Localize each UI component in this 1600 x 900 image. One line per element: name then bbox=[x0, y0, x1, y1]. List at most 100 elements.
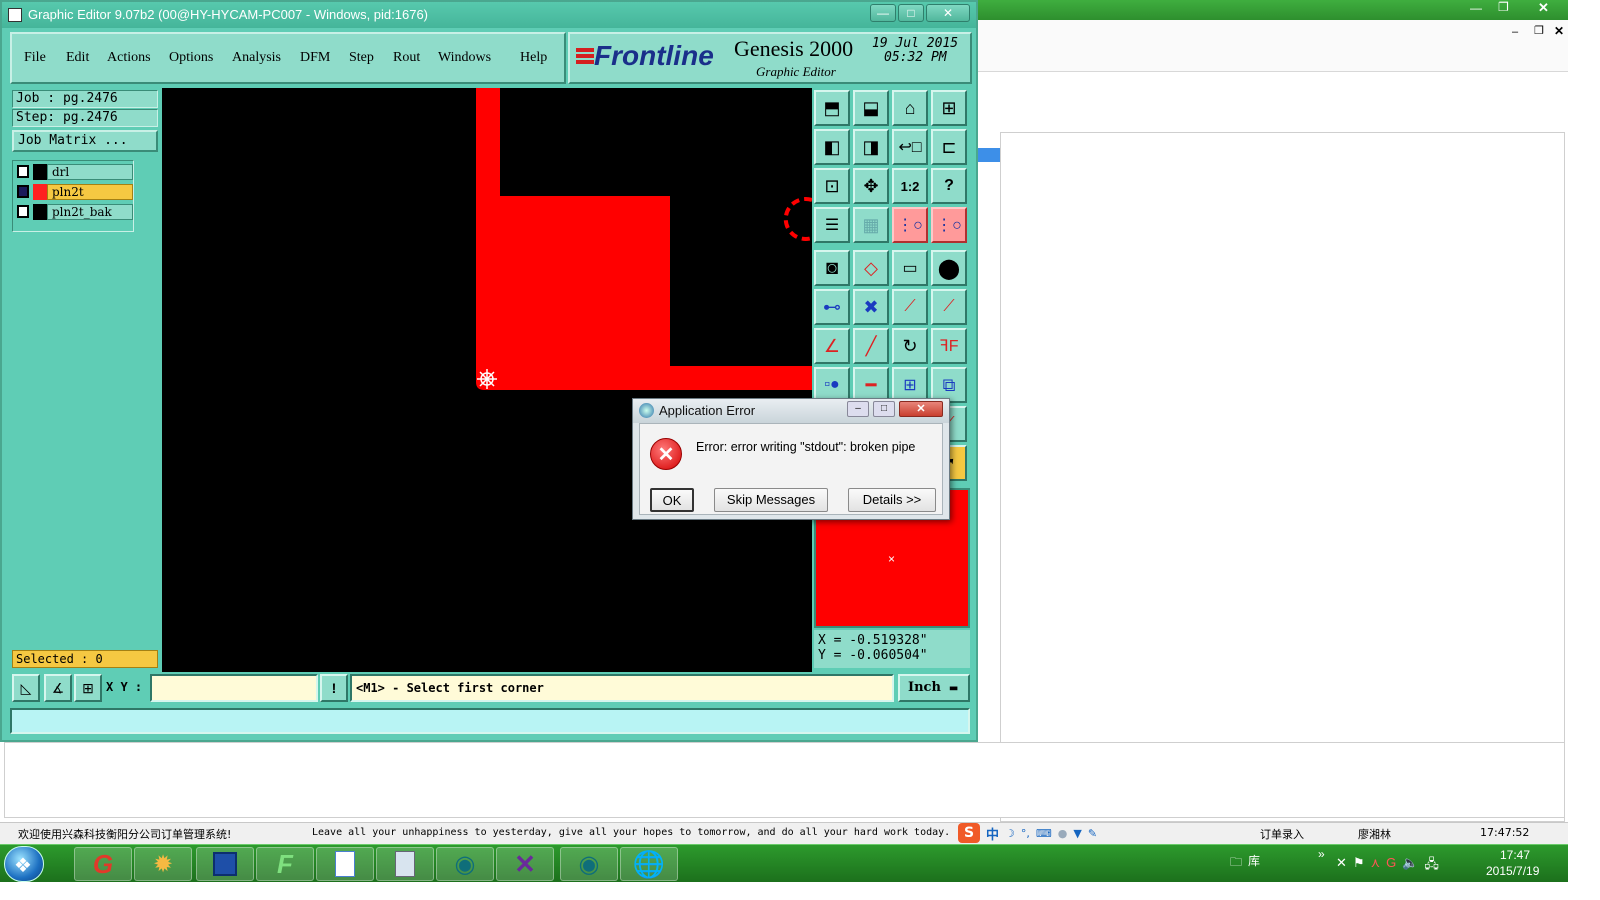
menu-help[interactable]: Help bbox=[520, 50, 547, 66]
snap-mode-button[interactable]: ◺ bbox=[12, 674, 40, 702]
clock-time[interactable]: 17:47 bbox=[1500, 848, 1530, 862]
clock-date[interactable]: 2015/7/19 bbox=[1486, 864, 1539, 878]
zoom-back-button[interactable]: ↩□ bbox=[892, 129, 928, 165]
menu-analysis[interactable]: Analysis bbox=[232, 50, 281, 66]
tray-x-icon[interactable]: ✕ bbox=[1336, 855, 1347, 877]
pan-down-button[interactable]: ⬓ bbox=[853, 90, 889, 126]
alert-button[interactable]: ! bbox=[320, 674, 348, 702]
dialog-titlebar[interactable]: Application Error – □ ✕ bbox=[633, 399, 949, 423]
add-circle-button[interactable]: ⬤ bbox=[931, 250, 967, 286]
add-pad-button[interactable]: ◙ bbox=[814, 250, 850, 286]
ime-settings-icon[interactable]: ✎ bbox=[1088, 827, 1097, 840]
minimize-button[interactable]: — bbox=[870, 4, 896, 22]
library-label[interactable]: 库 bbox=[1248, 852, 1260, 869]
pan-left-button[interactable]: ◧ bbox=[814, 129, 850, 165]
copper-feature[interactable] bbox=[476, 88, 812, 390]
ok-button[interactable]: OK bbox=[650, 488, 694, 512]
angle-mode-button[interactable]: ∡ bbox=[44, 674, 72, 702]
menu-edit[interactable]: Edit bbox=[66, 50, 89, 66]
mdi-minimize-icon[interactable]: – bbox=[1512, 26, 1518, 38]
taskbar-app-notepad[interactable] bbox=[316, 847, 374, 881]
layer-row[interactable]: drl bbox=[17, 164, 133, 180]
net-select-button[interactable]: ⋮○ bbox=[931, 207, 967, 243]
close-icon[interactable]: ✕ bbox=[1538, 0, 1549, 16]
menu-file[interactable]: File bbox=[24, 50, 46, 66]
details-button[interactable]: Details >> bbox=[848, 488, 936, 512]
grid-button[interactable]: ▦ bbox=[853, 207, 889, 243]
layer-checkbox[interactable] bbox=[17, 165, 29, 178]
layer-row-active[interactable]: pln2t bbox=[17, 184, 133, 200]
add-surface-button[interactable]: ◇ bbox=[853, 250, 889, 286]
tray-expand-icon[interactable]: » bbox=[1318, 847, 1325, 861]
layer-name[interactable]: drl bbox=[47, 164, 133, 180]
graphic-canvas[interactable] bbox=[162, 88, 812, 672]
layer-name[interactable]: pln2t_bak bbox=[47, 204, 133, 220]
home-button[interactable]: ⌂ bbox=[892, 90, 928, 126]
window-layout-button[interactable]: ⊞ bbox=[931, 90, 967, 126]
delete-feature-button[interactable]: ✖ bbox=[853, 289, 889, 325]
arc-button[interactable]: ↻ bbox=[892, 328, 928, 364]
job-matrix-button[interactable]: Job Matrix ... bbox=[12, 130, 158, 152]
menu-rout[interactable]: Rout bbox=[393, 50, 420, 66]
ime-toolbar[interactable]: S 中 ☽ °, ⌨ ● ▼ ✎ bbox=[958, 823, 1138, 843]
sogou-ime-icon[interactable]: S bbox=[958, 823, 980, 843]
dialog-minimize-icon[interactable]: – bbox=[847, 401, 869, 417]
slash-button[interactable]: ╱ bbox=[853, 328, 889, 364]
ime-keyboard-icon[interactable]: ⌨ bbox=[1036, 827, 1052, 840]
line-node-button[interactable]: ⟋ bbox=[931, 289, 967, 325]
taskbar-app-genesis[interactable]: G bbox=[74, 847, 132, 881]
menu-step[interactable]: Step bbox=[349, 50, 374, 66]
menu-windows[interactable]: Windows bbox=[438, 50, 491, 66]
dialog-maximize-icon[interactable]: □ bbox=[873, 401, 895, 417]
taskbar-app-globe[interactable]: 🌐 bbox=[620, 847, 678, 881]
taskbar-app-viewer[interactable]: ◉ bbox=[436, 847, 494, 881]
mdi-restore-icon[interactable]: ❐ bbox=[1534, 24, 1544, 37]
measure-button[interactable]: ▭ bbox=[892, 250, 928, 286]
angle-button[interactable]: ∠ bbox=[814, 328, 850, 364]
help-button[interactable]: ? bbox=[931, 168, 967, 204]
maximize-button[interactable]: □ bbox=[898, 4, 924, 22]
snap-button[interactable]: ⊏ bbox=[931, 129, 967, 165]
restore-icon[interactable]: ❐ bbox=[1498, 0, 1509, 14]
tray-red-icon[interactable]: ⋏ bbox=[1371, 855, 1381, 877]
mirror-button[interactable]: ꟻF bbox=[931, 328, 967, 364]
tray-g-icon[interactable]: G bbox=[1386, 855, 1396, 877]
xy-coordinate-input[interactable] bbox=[150, 674, 318, 702]
skip-messages-button[interactable]: Skip Messages bbox=[714, 488, 828, 512]
library-icon[interactable]: 🗀 bbox=[1230, 853, 1242, 874]
menu-actions[interactable]: Actions bbox=[107, 50, 151, 66]
zoom-center-button[interactable]: ✥ bbox=[853, 168, 889, 204]
minimize-icon[interactable]: — bbox=[1470, 1, 1482, 15]
layer-row[interactable]: pln2t_bak bbox=[17, 204, 133, 220]
taskbar-app-calculator[interactable] bbox=[376, 847, 434, 881]
volume-icon[interactable]: 🔈 bbox=[1402, 855, 1418, 877]
taskbar-app-save[interactable] bbox=[196, 847, 254, 881]
zoom-1to2-button[interactable]: 1:2 bbox=[892, 168, 928, 204]
ime-user-icon[interactable]: ● bbox=[1058, 827, 1068, 840]
zoom-fit-button[interactable]: ⊡ bbox=[814, 168, 850, 204]
close-button[interactable]: ✕ bbox=[926, 4, 970, 22]
layer-name[interactable]: pln2t bbox=[47, 184, 133, 200]
pan-up-button[interactable]: ⬒ bbox=[814, 90, 850, 126]
taskbar-app-frontline[interactable]: F bbox=[256, 847, 314, 881]
start-button[interactable]: ❖ bbox=[4, 846, 44, 882]
line-button[interactable]: ⟋ bbox=[892, 289, 928, 325]
layer-checkbox[interactable] bbox=[17, 185, 29, 198]
ime-moon-icon[interactable]: ☽ bbox=[1005, 827, 1015, 840]
grid-snap-button[interactable]: ⊞ bbox=[74, 674, 102, 702]
taskbar-app-viewer2[interactable]: ◉ bbox=[560, 847, 618, 881]
pan-right-button[interactable]: ◨ bbox=[853, 129, 889, 165]
dialog-close-icon[interactable]: ✕ bbox=[899, 401, 943, 417]
taskbar-app-shell[interactable]: ✹ bbox=[134, 847, 192, 881]
connect-button[interactable]: ⊷ bbox=[814, 289, 850, 325]
ime-chinese-icon[interactable]: 中 bbox=[986, 824, 999, 843]
menu-options[interactable]: Options bbox=[169, 50, 213, 66]
net-highlight-button[interactable]: ⋮○ bbox=[892, 207, 928, 243]
window-titlebar[interactable]: Graphic Editor 9.07b2 (00@HY-HYCAM-PC007… bbox=[2, 2, 976, 28]
layer-checkbox[interactable] bbox=[17, 205, 29, 218]
units-selector[interactable]: Inch ▬ bbox=[898, 674, 970, 702]
tray-flag-icon[interactable]: ⚑ bbox=[1353, 855, 1365, 877]
mdi-close-icon[interactable]: ✕ bbox=[1554, 24, 1564, 38]
ime-punct-icon[interactable]: °, bbox=[1021, 827, 1030, 840]
display-options-button[interactable]: ☰ bbox=[814, 207, 850, 243]
